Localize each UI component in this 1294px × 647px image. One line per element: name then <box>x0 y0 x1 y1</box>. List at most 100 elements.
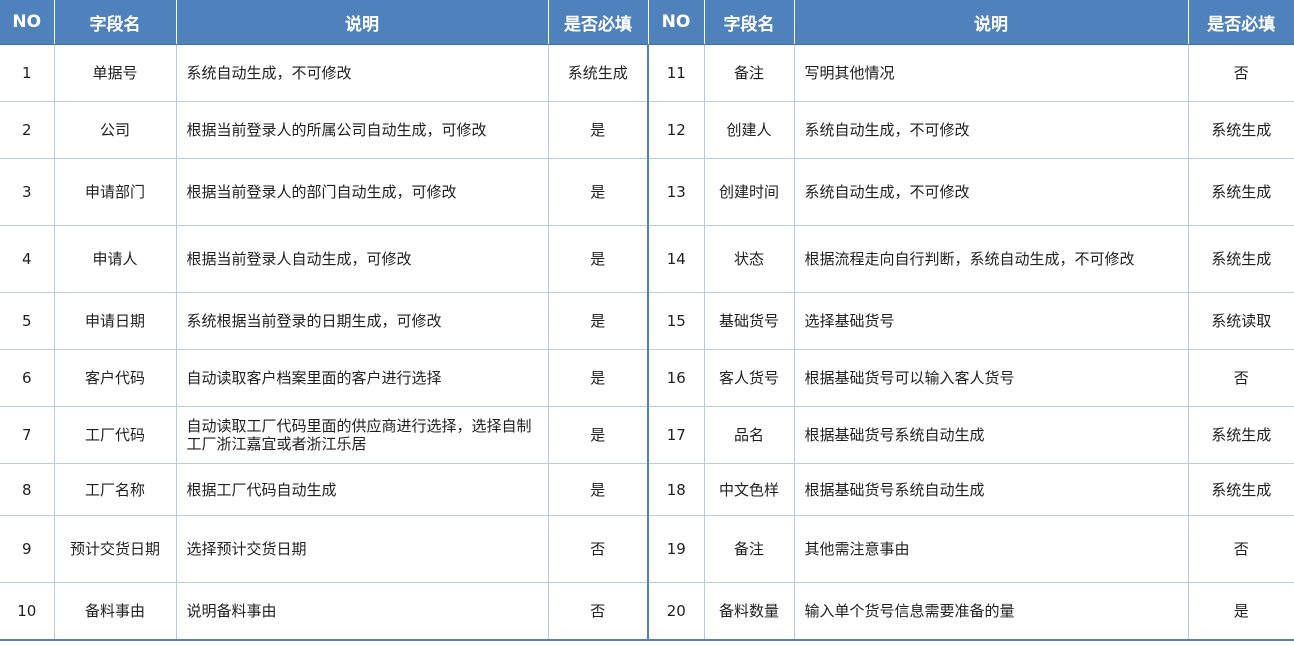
header-no: NO <box>0 0 55 45</box>
cell-field-name: 申请日期 <box>53 292 177 350</box>
cell-description: 根据当前登录人的部门自动生成，可修改 <box>175 158 549 226</box>
cell-field-name: 申请人 <box>53 225 177 293</box>
table-row: 1 单据号 系统自动生成，不可修改 系统生成 11 备注 写明其他情况否 <box>0 44 1294 102</box>
field-spec-table: NO 字段名 说明 是否必填 NO 字段名 说明 是否必填 1 单据号 系统自动生成… <box>0 0 1294 641</box>
cell-required: 系统生成 <box>1187 463 1294 516</box>
cell-field-name: 申请部门 <box>53 158 177 226</box>
table-row: 2 公司 根据当前登录人的所属公司自动生成，可修改是 12 创建人 系统自动生成，不可修改… <box>0 101 1294 159</box>
cell-description: 其他需注意事由 <box>793 515 1189 583</box>
header-required: 是否必填 <box>1188 0 1294 45</box>
cell-required: 是 <box>547 225 649 293</box>
cell-field-name: 客人货号 <box>703 349 795 407</box>
cell-no: 6 <box>0 349 55 407</box>
table-row: 5 申请日期 系统根据当前登录的日期生成，可修改是 15 基础货号 选择基础货号 系统读取 <box>0 292 1294 350</box>
cell-no: 17 <box>647 406 705 464</box>
cell-field-name: 创建时间 <box>703 158 795 226</box>
cell-field-name: 基础货号 <box>703 292 795 350</box>
header-no: NO <box>648 0 705 45</box>
cell-no: 19 <box>647 515 705 583</box>
table-row: 3 申请部门 根据当前登录人的部门自动生成，可修改是 13 创建时间 系统自动生成，不可修… <box>0 158 1294 226</box>
table-row: 9 预计交货日期 选择预计交货日期否 19 备注 其他需注意事由否 <box>0 515 1294 583</box>
header-field-name: 字段名 <box>704 0 795 45</box>
cell-field-name: 备料数量 <box>703 582 795 641</box>
cell-required: 否 <box>1187 44 1294 102</box>
cell-field-name: 工厂名称 <box>53 463 177 516</box>
cell-description: 根据基础货号系统自动生成 <box>793 406 1189 464</box>
cell-field-name: 中文色样 <box>703 463 795 516</box>
table-row: 8 工厂名称 根据工厂代码自动生成是 18 中文色样 根据基础货号系统自动生成 系统生成 <box>0 463 1294 516</box>
table-header-row: NO 字段名 说明 是否必填 NO 字段名 说明 是否必填 <box>0 0 1294 45</box>
cell-no: 13 <box>647 158 705 226</box>
cell-field-name: 预计交货日期 <box>53 515 177 583</box>
cell-no: 15 <box>647 292 705 350</box>
cell-required: 系统生成 <box>1187 101 1294 159</box>
cell-no: 2 <box>0 101 55 159</box>
cell-no: 16 <box>647 349 705 407</box>
cell-required: 是 <box>547 349 649 407</box>
cell-no: 7 <box>0 406 55 464</box>
cell-no: 3 <box>0 158 55 226</box>
cell-description: 自动读取工厂代码里面的供应商进行选择，选择自制工厂浙江嘉宜或者浙江乐居 <box>175 406 549 464</box>
cell-description: 选择基础货号 <box>793 292 1189 350</box>
cell-no: 11 <box>647 44 705 102</box>
cell-required: 否 <box>1187 349 1294 407</box>
table-row: 10 备料事由 说明备料事由否 20 备料数量 输入单个货号信息需要准备的量是 <box>0 582 1294 641</box>
cell-field-name: 单据号 <box>53 44 177 102</box>
cell-field-name: 备注 <box>703 44 795 102</box>
cell-description: 根据工厂代码自动生成 <box>175 463 549 516</box>
cell-description: 系统自动生成，不可修改 <box>793 101 1189 159</box>
cell-no: 14 <box>647 225 705 293</box>
cell-required: 否 <box>547 515 649 583</box>
header-field-name: 字段名 <box>54 0 177 45</box>
cell-description: 根据当前登录人自动生成，可修改 <box>175 225 549 293</box>
cell-required: 是 <box>547 463 649 516</box>
cell-no: 8 <box>0 463 55 516</box>
cell-description: 自动读取客户档案里面的客户进行选择 <box>175 349 549 407</box>
cell-required: 是 <box>1187 582 1294 641</box>
cell-description: 根据基础货号系统自动生成 <box>793 463 1189 516</box>
cell-field-name: 备料事由 <box>53 582 177 641</box>
cell-field-name: 备注 <box>703 515 795 583</box>
cell-field-name: 客户代码 <box>53 349 177 407</box>
cell-description: 写明其他情况 <box>793 44 1189 102</box>
cell-required: 是 <box>547 292 649 350</box>
table-row: 6 客户代码 自动读取客户档案里面的客户进行选择是 16 客人货号 根据基础货号可以输入客… <box>0 349 1294 407</box>
cell-required: 系统生成 <box>1187 158 1294 226</box>
cell-required: 系统生成 <box>1187 406 1294 464</box>
cell-field-name: 品名 <box>703 406 795 464</box>
cell-description: 根据当前登录人的所属公司自动生成，可修改 <box>175 101 549 159</box>
cell-required: 是 <box>547 158 649 226</box>
cell-description: 系统自动生成，不可修改 <box>793 158 1189 226</box>
cell-field-name: 创建人 <box>703 101 795 159</box>
table-row: 7 工厂代码 自动读取工厂代码里面的供应商进行选择，选择自制工厂浙江嘉宜或者浙江乐居… <box>0 406 1294 464</box>
cell-required: 系统读取 <box>1187 292 1294 350</box>
cell-required: 系统生成 <box>1187 225 1294 293</box>
cell-description: 根据基础货号可以输入客人货号 <box>793 349 1189 407</box>
cell-field-name: 状态 <box>703 225 795 293</box>
header-description: 说明 <box>794 0 1189 45</box>
cell-no: 18 <box>647 463 705 516</box>
cell-no: 9 <box>0 515 55 583</box>
cell-description: 输入单个货号信息需要准备的量 <box>793 582 1189 641</box>
header-required: 是否必填 <box>548 0 649 45</box>
cell-no: 4 <box>0 225 55 293</box>
cell-field-name: 工厂代码 <box>53 406 177 464</box>
cell-required: 系统生成 <box>547 44 649 102</box>
cell-required: 是 <box>547 406 649 464</box>
cell-no: 20 <box>647 582 705 641</box>
table-row: 4 申请人 根据当前登录人自动生成，可修改是 14 状态 根据流程走向自行判断，系统自动生… <box>0 225 1294 293</box>
cell-description: 选择预计交货日期 <box>175 515 549 583</box>
cell-required: 否 <box>1187 515 1294 583</box>
header-description: 说明 <box>176 0 549 45</box>
cell-no: 12 <box>647 101 705 159</box>
cell-required: 是 <box>547 101 649 159</box>
cell-no: 1 <box>0 44 55 102</box>
cell-no: 5 <box>0 292 55 350</box>
cell-description: 说明备料事由 <box>175 582 549 641</box>
cell-description: 系统根据当前登录的日期生成，可修改 <box>175 292 549 350</box>
cell-no: 10 <box>0 582 55 641</box>
cell-required: 否 <box>547 582 649 641</box>
cell-description: 根据流程走向自行判断，系统自动生成，不可修改 <box>793 225 1189 293</box>
cell-field-name: 公司 <box>53 101 177 159</box>
cell-description: 系统自动生成，不可修改 <box>175 44 549 102</box>
